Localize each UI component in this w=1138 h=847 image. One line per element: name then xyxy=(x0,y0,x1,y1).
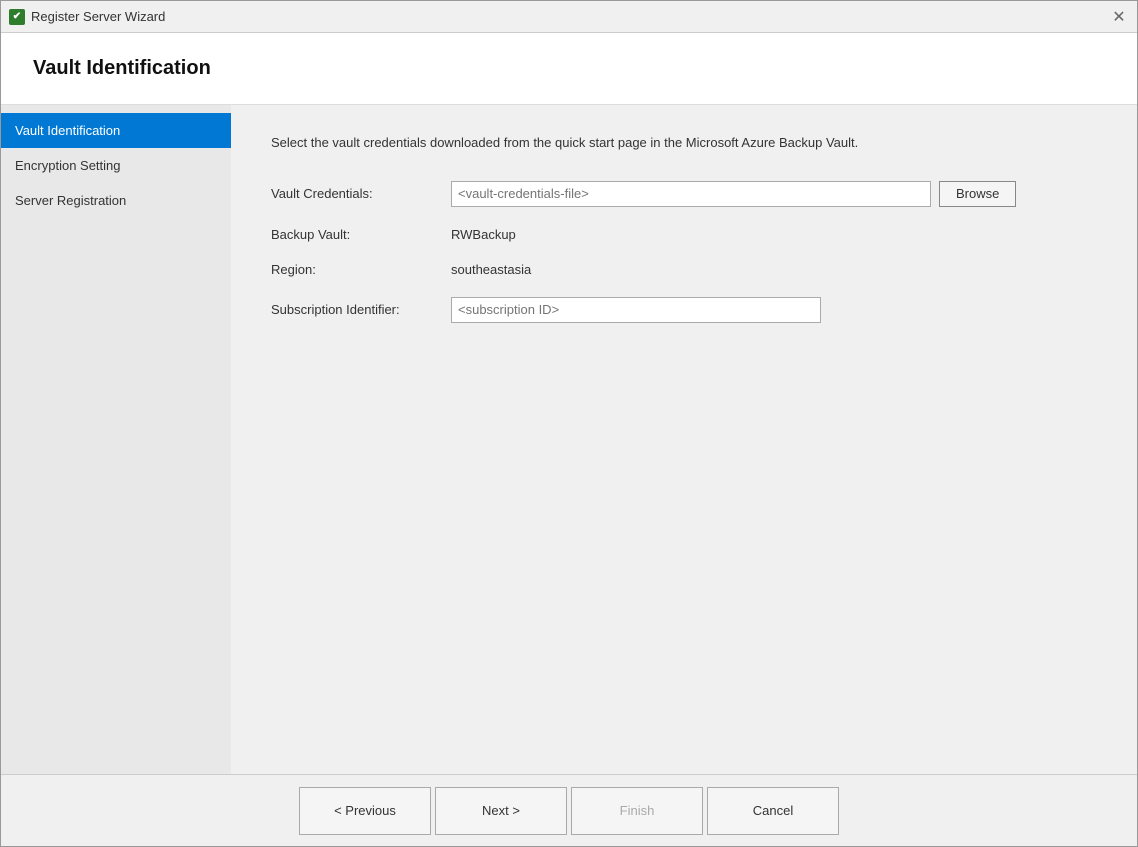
wizard-window: ✔ Register Server Wizard ✕ Vault Identif… xyxy=(0,0,1138,847)
previous-button[interactable]: < Previous xyxy=(299,787,431,835)
sidebar-item-vault-label: Vault Identification xyxy=(15,123,120,138)
sidebar-item-vault-identification[interactable]: Vault Identification xyxy=(1,113,231,148)
subscription-row: Subscription Identifier: xyxy=(271,297,1097,323)
sidebar-item-encryption-setting[interactable]: Encryption Setting xyxy=(1,148,231,183)
close-button[interactable]: ✕ xyxy=(1109,7,1129,27)
backup-vault-value: RWBackup xyxy=(451,227,516,242)
browse-button[interactable]: Browse xyxy=(939,181,1016,207)
vault-credentials-input[interactable] xyxy=(451,181,931,207)
region-value: southeastasia xyxy=(451,262,531,277)
vault-credentials-row: Vault Credentials: Browse xyxy=(271,181,1097,207)
window-title: Register Server Wizard xyxy=(31,9,1109,24)
vault-credentials-input-group: Browse xyxy=(451,181,1016,207)
main-content: Select the vault credentials downloaded … xyxy=(231,105,1137,774)
vault-credentials-label: Vault Credentials: xyxy=(271,186,451,201)
sidebar-item-encryption-label: Encryption Setting xyxy=(15,158,121,173)
title-bar: ✔ Register Server Wizard ✕ xyxy=(1,1,1137,33)
region-label: Region: xyxy=(271,262,451,277)
region-row: Region: southeastasia xyxy=(271,262,1097,277)
backup-vault-row: Backup Vault: RWBackup xyxy=(271,227,1097,242)
sidebar-item-server-registration[interactable]: Server Registration xyxy=(1,183,231,218)
next-button[interactable]: Next > xyxy=(435,787,567,835)
sidebar-item-server-label: Server Registration xyxy=(15,193,126,208)
finish-button[interactable]: Finish xyxy=(571,787,703,835)
backup-vault-label: Backup Vault: xyxy=(271,227,451,242)
description-text: Select the vault credentials downloaded … xyxy=(271,133,971,153)
subscription-label: Subscription Identifier: xyxy=(271,302,451,317)
subscription-input[interactable] xyxy=(451,297,821,323)
page-title: Vault Identification xyxy=(33,57,1105,80)
wizard-body: Vault Identification Encryption Setting … xyxy=(1,105,1137,774)
app-icon: ✔ xyxy=(9,9,25,25)
sidebar: Vault Identification Encryption Setting … xyxy=(1,105,231,774)
wizard-header: Vault Identification xyxy=(1,33,1137,105)
cancel-button[interactable]: Cancel xyxy=(707,787,839,835)
wizard-footer: < Previous Next > Finish Cancel xyxy=(1,774,1137,846)
